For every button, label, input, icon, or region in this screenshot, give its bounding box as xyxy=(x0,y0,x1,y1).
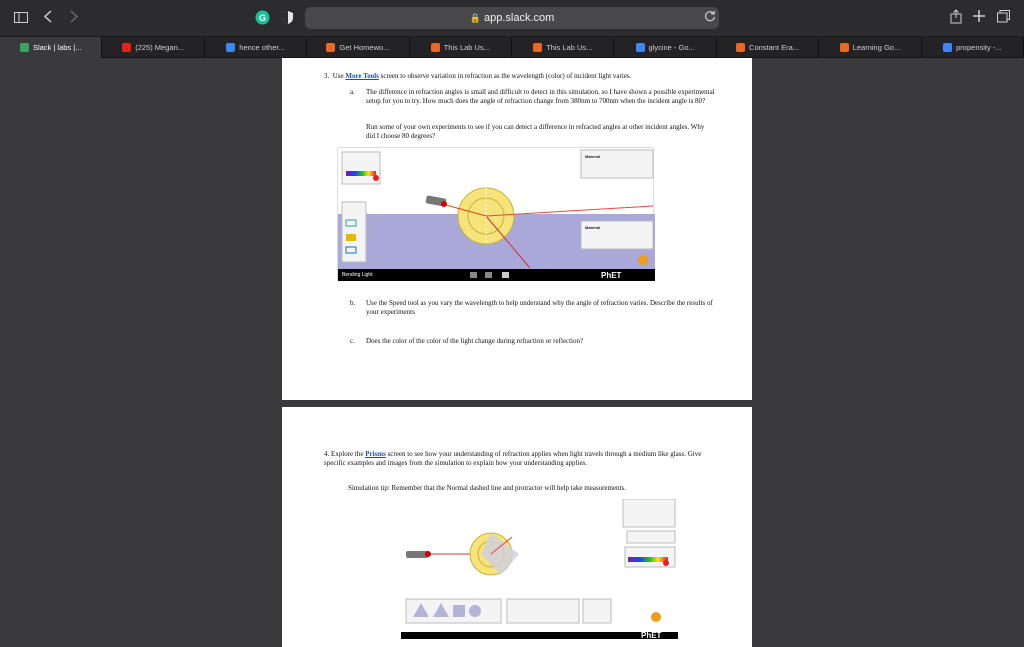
q4-prefix: 4. Explore the xyxy=(324,450,364,458)
grammarly-icon[interactable]: G xyxy=(255,10,270,27)
q3-number: 3. xyxy=(324,72,330,80)
lock-icon: 🔒 xyxy=(469,13,481,23)
q3-text: screen to observe variation in refractio… xyxy=(380,72,632,80)
prisms-link[interactable]: Prisms xyxy=(365,450,386,458)
browser-tab[interactable]: This Lab Us... xyxy=(512,37,615,58)
tab-label: Slack | labs |... xyxy=(32,43,82,52)
new-tab-icon[interactable] xyxy=(973,10,985,24)
q3a-label: a. xyxy=(350,88,355,96)
tab-favicon-icon xyxy=(635,43,645,52)
tab-favicon-icon xyxy=(122,43,132,52)
reload-icon[interactable] xyxy=(704,10,716,24)
phet-logo: PhET xyxy=(601,271,622,280)
tab-label: Learning Go... xyxy=(852,43,901,52)
tab-label: Get Homewo... xyxy=(339,43,390,52)
tab-bar: Slack | labs |... (225) Megan... hence oth… xyxy=(0,36,1024,58)
tab-favicon-icon xyxy=(19,43,29,52)
browser-tab[interactable]: Constant Era... xyxy=(717,37,820,58)
tab-label: Constant Era... xyxy=(749,43,800,52)
sim2-graphic xyxy=(401,498,678,639)
tab-favicon-icon xyxy=(430,43,440,52)
browser-tab[interactable]: Get Homewo... xyxy=(307,37,410,58)
tab-label: propensity -... xyxy=(956,43,1002,52)
tab-favicon-icon xyxy=(839,43,849,52)
q3b-text: Use the Speed tool as you vary the wavel… xyxy=(366,299,713,316)
q3a-text: The difference in refraction angles is s… xyxy=(366,88,715,105)
browser-toolbar: G 🔒 app.slack.com xyxy=(0,0,1024,36)
svg-text:G: G xyxy=(259,13,266,23)
question-4: 4. Explore the Prisms screen to see how … xyxy=(324,450,719,468)
browser-tab[interactable]: (225) Megan... xyxy=(102,37,205,58)
tab-favicon-icon xyxy=(943,43,953,52)
document-page-1: 3. Use More Tools screen to observe vari… xyxy=(282,58,752,400)
url-text: app.slack.com xyxy=(483,12,555,24)
sim1-material-label-bottom: Material xyxy=(585,225,601,230)
tab-favicon-icon xyxy=(226,43,236,52)
tab-favicon-icon xyxy=(736,43,746,52)
share-icon[interactable] xyxy=(950,9,962,26)
document-page-2: 4. Explore the Prisms screen to see how … xyxy=(282,407,752,647)
bending-light-sim-1: Bending Light PhET Material Material xyxy=(337,147,655,281)
phet-logo-2: PhET xyxy=(641,631,662,640)
bending-light-sim-2: Bending Light PhET xyxy=(354,498,678,640)
q3b-label: b. xyxy=(350,299,356,307)
tab-overview-icon[interactable] xyxy=(997,10,1010,25)
forward-icon[interactable] xyxy=(70,10,79,25)
tab-label: (225) Megan... xyxy=(135,43,184,52)
browser-tab[interactable]: glycine - Go... xyxy=(614,37,717,58)
q4-tip: Simulation tip: Remember that the Normal… xyxy=(348,484,626,492)
tab-label: glycine - Go... xyxy=(648,43,695,52)
q3c-text: Does the color of the color of the light… xyxy=(366,337,584,345)
q3a-text-2: Run some of your own experiments to see … xyxy=(366,123,705,140)
tab-label: hence other... xyxy=(239,43,285,52)
q3c-label: c. xyxy=(350,337,355,345)
browser-tab[interactable]: propensity -... xyxy=(922,37,1024,58)
tab-label: This Lab Us... xyxy=(546,43,593,52)
q3-prefix: Use xyxy=(332,72,344,80)
address-bar[interactable]: 🔒 app.slack.com xyxy=(305,7,719,29)
sidebar-icon[interactable] xyxy=(14,11,28,25)
sim1-material-label-top: Material xyxy=(585,154,601,159)
tab-label: This Lab Us... xyxy=(443,43,490,52)
tab-favicon-icon xyxy=(533,43,543,52)
browser-tab[interactable]: Slack | labs |... xyxy=(0,37,103,58)
browser-tab[interactable]: This Lab Us... xyxy=(410,37,513,58)
browser-tab[interactable]: hence other... xyxy=(205,37,308,58)
browser-tab[interactable]: Learning Go... xyxy=(819,37,922,58)
question-3: 3. Use More Tools screen to observe vari… xyxy=(324,72,744,81)
sim1-title: Bending Light xyxy=(342,272,373,278)
sim1-graphic xyxy=(338,149,655,281)
privacy-icon[interactable] xyxy=(282,10,294,27)
more-tools-link[interactable]: More Tools xyxy=(345,72,379,80)
tab-favicon-icon xyxy=(326,43,336,52)
back-icon[interactable] xyxy=(43,10,52,25)
